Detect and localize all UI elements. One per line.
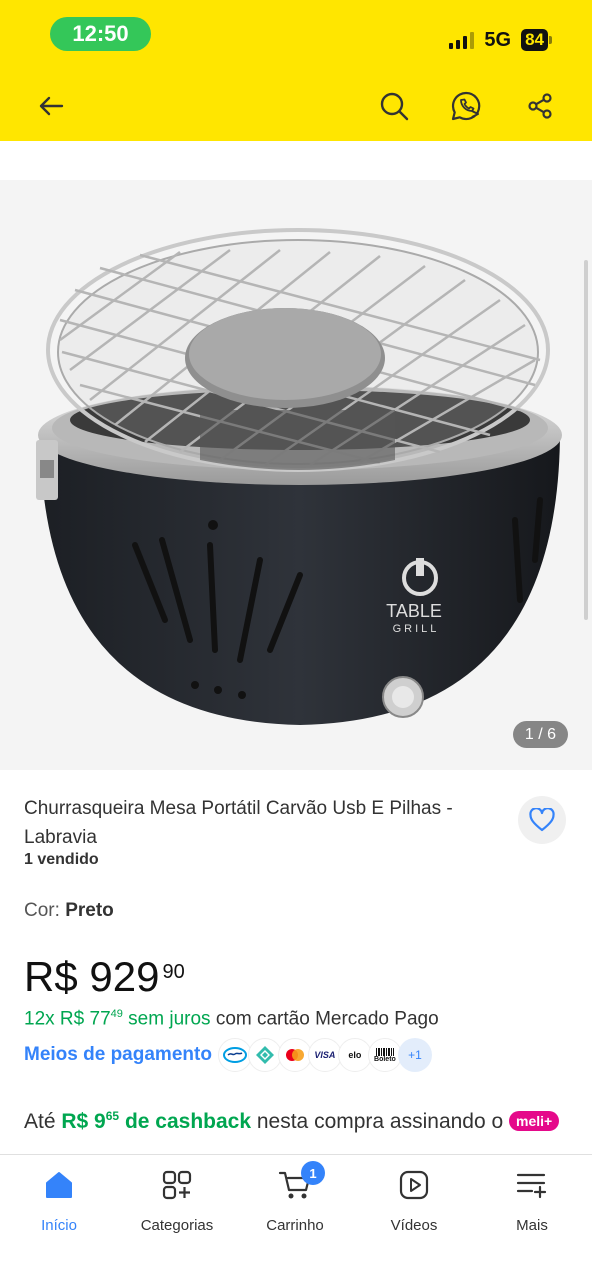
cart-badge: 1: [301, 1161, 325, 1185]
nav-item-videos[interactable]: Vídeos: [355, 1167, 473, 1237]
product-logo-sub: GRILL: [393, 623, 440, 635]
mastercard-icon: [277, 1038, 312, 1072]
installments-suffix: com cartão Mercado Pago: [215, 1008, 439, 1030]
network-type: 5G: [484, 28, 512, 51]
share-icon[interactable]: [520, 86, 560, 126]
image-counter: 1 / 6: [512, 721, 568, 748]
price-currency: R$: [24, 953, 78, 1000]
cashback-value: R$ 965 de cashback: [61, 1109, 252, 1133]
app-header: 12:50 5G 84: [0, 0, 592, 141]
installments-currency: R$: [59, 1008, 85, 1030]
payment-methods-link[interactable]: Meios de pagamento: [24, 1044, 212, 1066]
color-selector[interactable]: Cor: Preto: [24, 900, 114, 922]
signal-icon: [449, 31, 475, 49]
color-label: Cor:: [24, 900, 60, 921]
boleto-icon: Boleto: [367, 1038, 402, 1072]
cashback-value-integer: R$ 9: [61, 1110, 106, 1133]
product-title: Churrasqueira Mesa Portátil Carvão Usb E…: [24, 798, 453, 848]
installments: 12x R$ 7749 sem juros com cartão Mercado…: [24, 1008, 439, 1030]
product-image: TABLE GRILL: [36, 228, 562, 725]
cashback-info: Até R$ 965 de cashback nesta compra assi…: [24, 1101, 564, 1137]
bottom-navigation: Início Categorias 1 Carrinho Vídeos Mais: [0, 1154, 592, 1280]
installments-count: 12x: [24, 1008, 55, 1030]
payment-more-count[interactable]: +1: [397, 1038, 432, 1072]
cashback-label: de cashback: [124, 1110, 252, 1133]
installments-interest: sem juros: [128, 1008, 211, 1030]
categories-icon: [159, 1167, 195, 1203]
visa-icon: VISA: [307, 1038, 342, 1072]
payment-methods-row: Meios de pagamento VISA elo Boleto +1: [24, 1038, 432, 1072]
status-time: 12:50: [50, 17, 151, 51]
cashback-value-cents: 65: [105, 1109, 120, 1123]
nav-item-inicio[interactable]: Início: [0, 1167, 118, 1237]
price-cents: 90: [162, 961, 185, 983]
installments-integer: 77: [89, 1008, 111, 1030]
video-icon: [396, 1167, 432, 1203]
battery-level: 84: [521, 29, 548, 51]
nav-label: Categorias: [140, 1217, 214, 1234]
cashback-prefix: Até: [24, 1110, 56, 1133]
color-value: Preto: [65, 900, 114, 921]
cart-icon: 1: [277, 1161, 325, 1203]
nav-label: Mais: [516, 1217, 548, 1234]
status-indicators: 5G 84: [449, 26, 552, 54]
nav-label: Carrinho: [266, 1217, 324, 1234]
product-price: R$ 929 90: [24, 953, 185, 1001]
whatsapp-share-icon[interactable]: [446, 86, 486, 126]
battery-icon: 84: [521, 29, 552, 51]
favorite-button[interactable]: [518, 796, 566, 844]
mercadopago-icon: [217, 1038, 252, 1072]
product-image-gallery[interactable]: TABLE GRILL 1 / 6: [0, 180, 592, 770]
installments-cents: 49: [110, 1008, 123, 1020]
nav-label: Vídeos: [390, 1217, 438, 1234]
heart-icon: [529, 808, 555, 832]
nav-item-mais[interactable]: Mais: [473, 1167, 591, 1237]
nav-item-carrinho[interactable]: 1 Carrinho: [236, 1161, 354, 1237]
back-arrow-icon[interactable]: [31, 86, 71, 126]
nav-item-categorias[interactable]: Categorias: [118, 1167, 236, 1237]
more-menu-icon: [514, 1167, 550, 1203]
home-icon: [41, 1167, 77, 1203]
sold-count: 1 vendido: [24, 851, 99, 868]
price-integer: 929: [89, 953, 160, 1000]
cashback-suffix: nesta compra assinando o: [256, 1110, 504, 1133]
meli-plus-badge[interactable]: meli+: [509, 1111, 560, 1131]
nav-label: Início: [41, 1217, 77, 1234]
gallery-scrollbar[interactable]: [584, 260, 588, 620]
product-logo-brand: TABLE: [386, 601, 442, 621]
pix-icon: [247, 1038, 282, 1072]
search-icon[interactable]: [374, 86, 414, 126]
boleto-label: Boleto: [374, 1055, 396, 1063]
elo-icon: elo: [337, 1038, 372, 1072]
